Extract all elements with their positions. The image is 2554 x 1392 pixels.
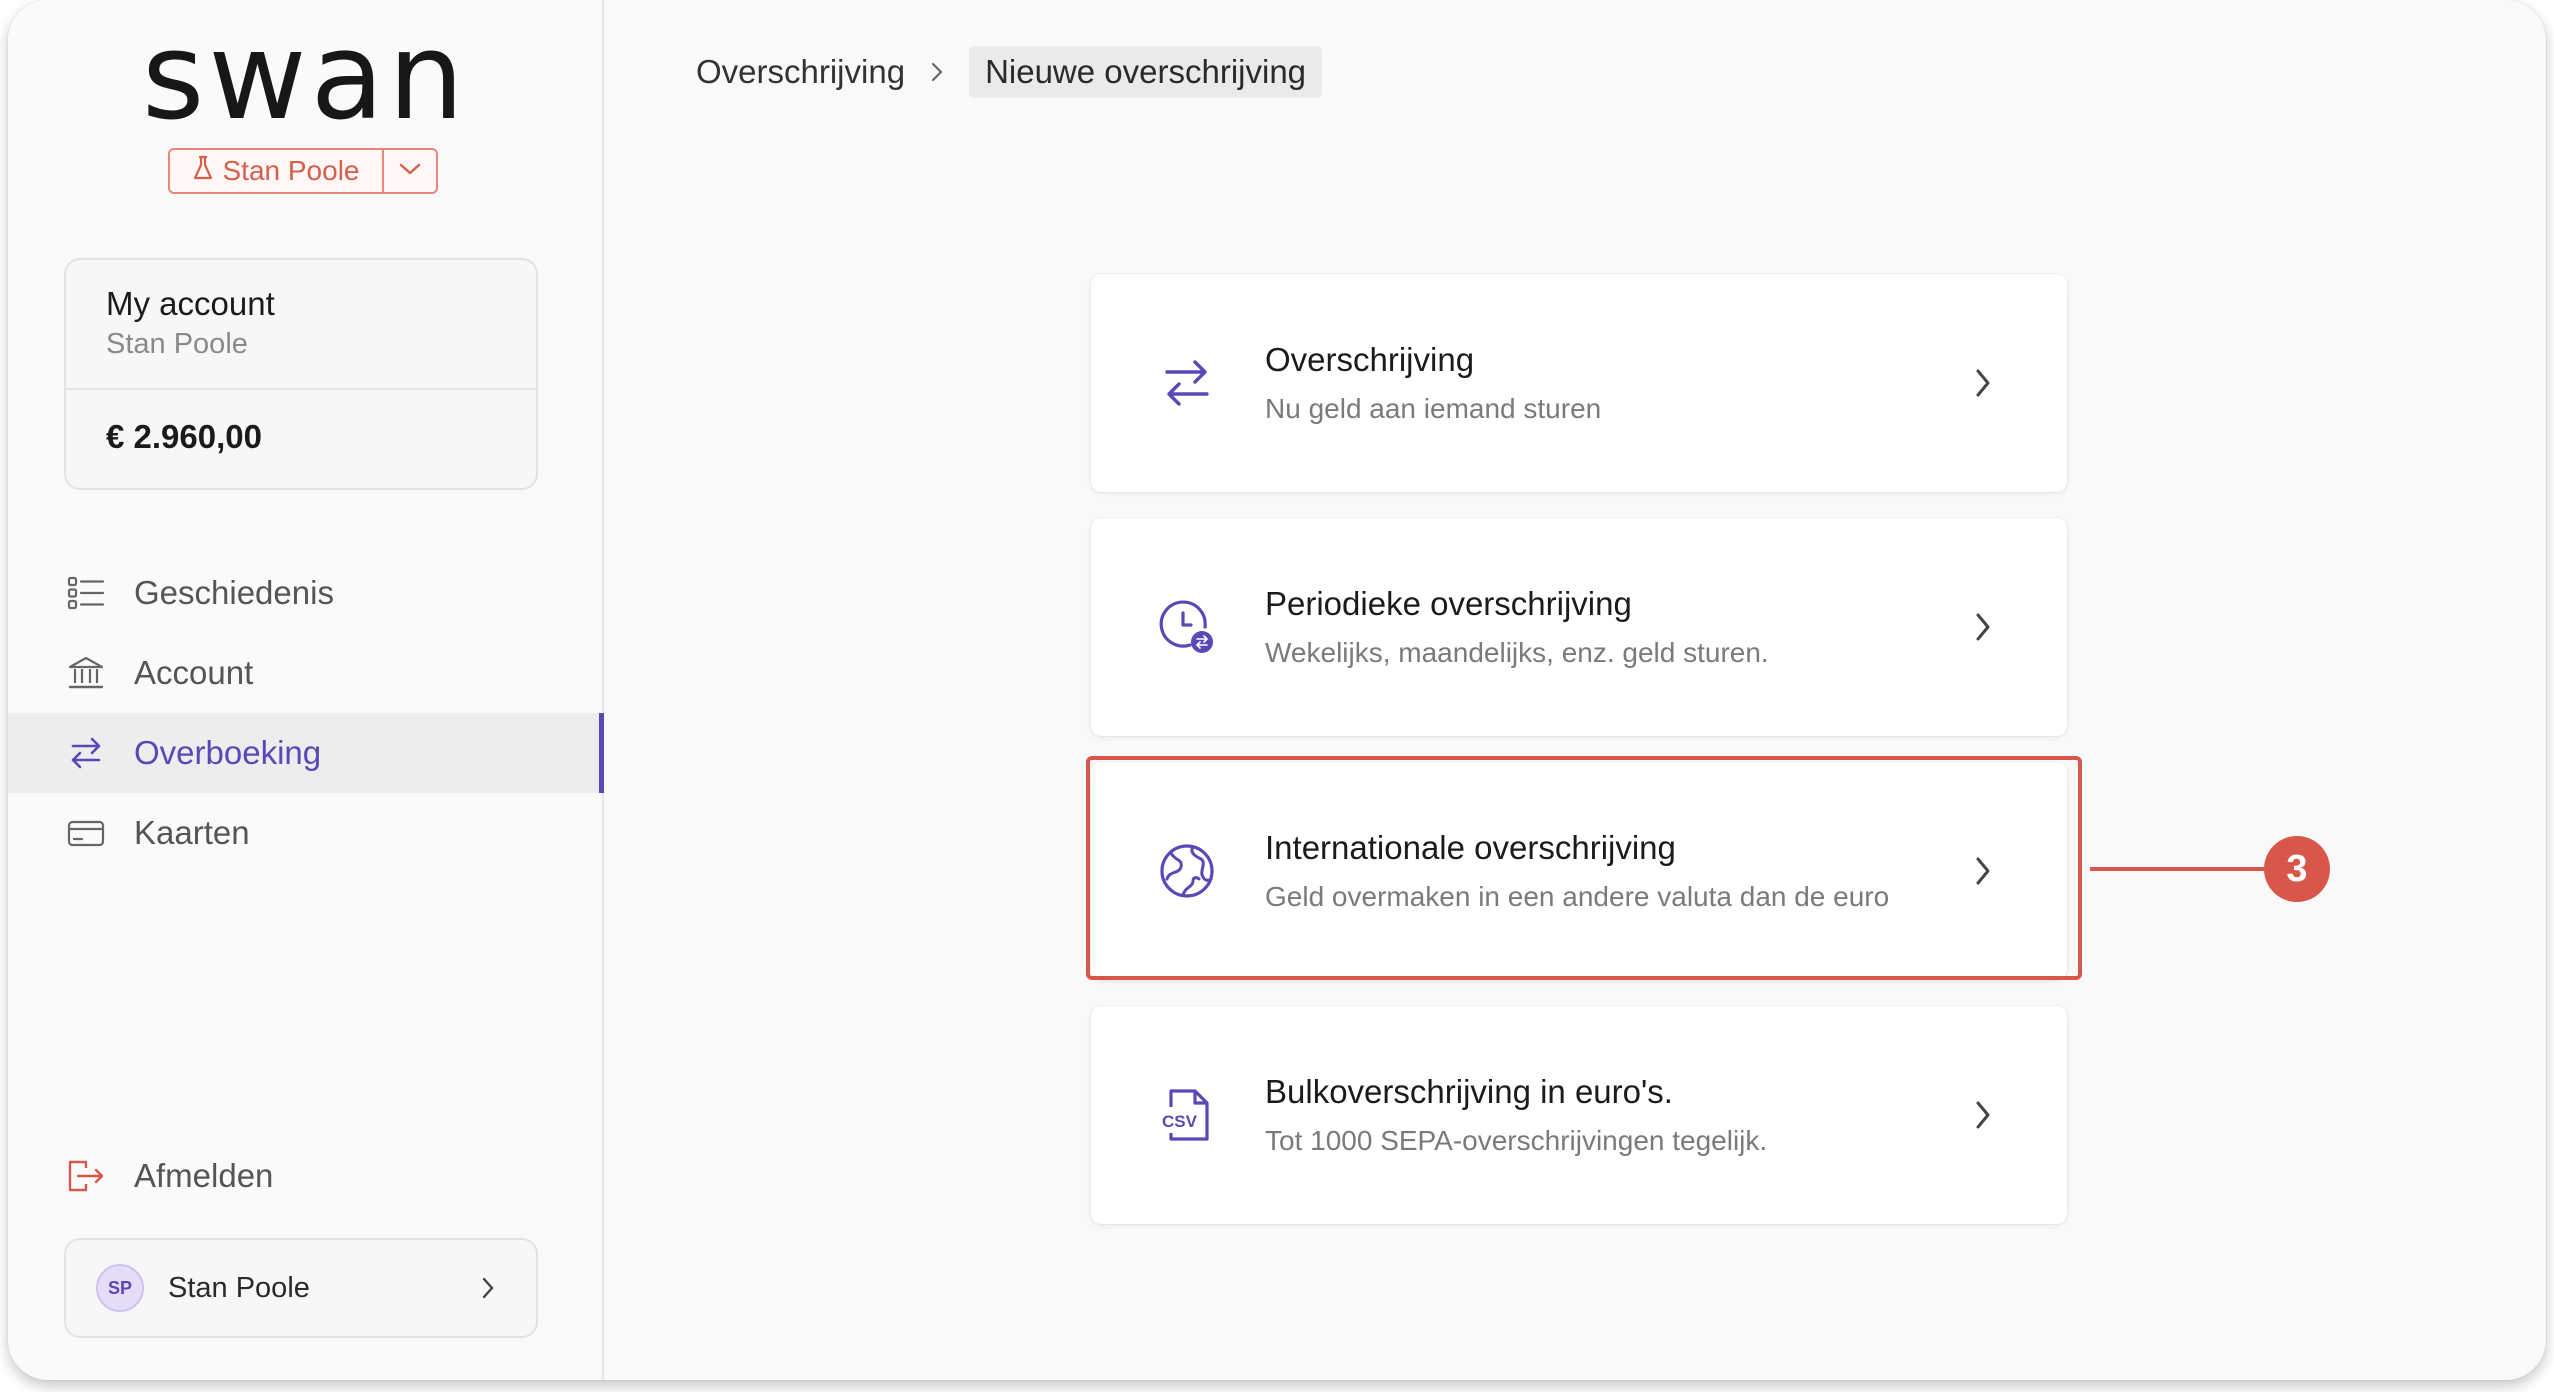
project-dropdown-toggle[interactable] — [384, 150, 436, 192]
user-profile-button[interactable]: SP Stan Poole — [64, 1238, 538, 1338]
option-title: Bulkoverschrijving in euro's. — [1265, 1073, 1673, 1110]
sidebar-item-label: Account — [134, 654, 254, 691]
highlight-box — [1086, 756, 2082, 980]
avatar: SP — [96, 1264, 144, 1312]
svg-text:CSV: CSV — [1162, 1112, 1198, 1131]
sidebar-item-label: Geschiedenis — [134, 574, 334, 611]
callout-badge: 3 — [2264, 836, 2330, 902]
project-name-button[interactable]: Stan Poole — [170, 150, 382, 192]
app-window: swan Stan Poole My account Stan Poole € … — [8, 0, 2546, 1380]
project-name: Stan Poole — [222, 155, 360, 186]
sidebar-nav: Geschiedenis Account Overboeking Kaarten — [8, 553, 604, 873]
option-description: Nu geld aan iemand sturen — [1265, 393, 1602, 424]
chevron-down-icon — [398, 161, 422, 182]
account-title: My account — [106, 285, 275, 322]
sidebar-item-account[interactable]: Account — [8, 633, 602, 713]
logout-label: Afmelden — [134, 1157, 274, 1194]
chevron-right-icon — [468, 1275, 508, 1301]
project-switcher[interactable]: Stan Poole — [168, 148, 438, 194]
account-card[interactable]: My account Stan Poole € 2.960,00 — [64, 258, 538, 490]
sidebar: swan Stan Poole My account Stan Poole € … — [8, 0, 604, 1380]
option-title: Overschrijving — [1265, 341, 1475, 378]
option-title: Periodieke overschrijving — [1265, 585, 1632, 622]
account-owner: Stan Poole — [106, 328, 248, 360]
transfer-icon — [1155, 351, 1219, 415]
recurring-clock-icon — [1155, 595, 1219, 659]
chevron-right-icon — [929, 60, 945, 84]
transfer-icon — [66, 733, 106, 773]
option-periodieke-overschrijving[interactable]: Periodieke overschrijving Wekelijks, maa… — [1091, 518, 2067, 736]
swan-logo: swan — [141, 8, 469, 147]
breadcrumb-parent-link[interactable]: Overschrijving — [696, 53, 905, 91]
csv-file-icon: CSV — [1155, 1083, 1219, 1147]
sidebar-item-label: Kaarten — [134, 814, 250, 851]
breadcrumb: Overschrijving Nieuwe overschrijving — [696, 46, 1323, 98]
flask-icon — [193, 155, 213, 188]
breadcrumb-current: Nieuwe overschrijving — [969, 46, 1323, 98]
logout-button[interactable]: Afmelden — [66, 1136, 273, 1216]
card-icon — [66, 813, 106, 853]
option-description: Wekelijks, maandelijks, enz. geld sturen… — [1265, 637, 1769, 668]
bank-icon — [66, 653, 106, 693]
account-card-header: My account Stan Poole — [66, 260, 536, 390]
chevron-right-icon — [1963, 1098, 2003, 1132]
sidebar-item-kaarten[interactable]: Kaarten — [8, 793, 602, 873]
option-texts: Periodieke overschrijving Wekelijks, maa… — [1265, 583, 1963, 671]
user-name: Stan Poole — [168, 1271, 310, 1304]
sidebar-item-label: Overboeking — [134, 734, 322, 771]
chevron-right-icon — [1963, 610, 2003, 644]
callout-line — [2090, 867, 2264, 871]
sidebar-item-overboeking[interactable]: Overboeking — [8, 713, 604, 793]
list-icon — [66, 573, 106, 613]
option-texts: Overschrijving Nu geld aan iemand sturen — [1265, 339, 1963, 427]
option-overschrijving[interactable]: Overschrijving Nu geld aan iemand sturen — [1091, 274, 2067, 492]
option-bulkoverschrijving[interactable]: CSV Bulkoverschrijving in euro's. Tot 10… — [1091, 1006, 2067, 1224]
chevron-right-icon — [1963, 366, 2003, 400]
logout-icon — [66, 1156, 106, 1196]
account-balance: € 2.960,00 — [106, 418, 262, 455]
option-description: Tot 1000 SEPA-overschrijvingen tegelijk. — [1265, 1125, 1768, 1156]
option-texts: Bulkoverschrijving in euro's. Tot 1000 S… — [1265, 1071, 1963, 1159]
sidebar-item-geschiedenis[interactable]: Geschiedenis — [8, 553, 602, 633]
